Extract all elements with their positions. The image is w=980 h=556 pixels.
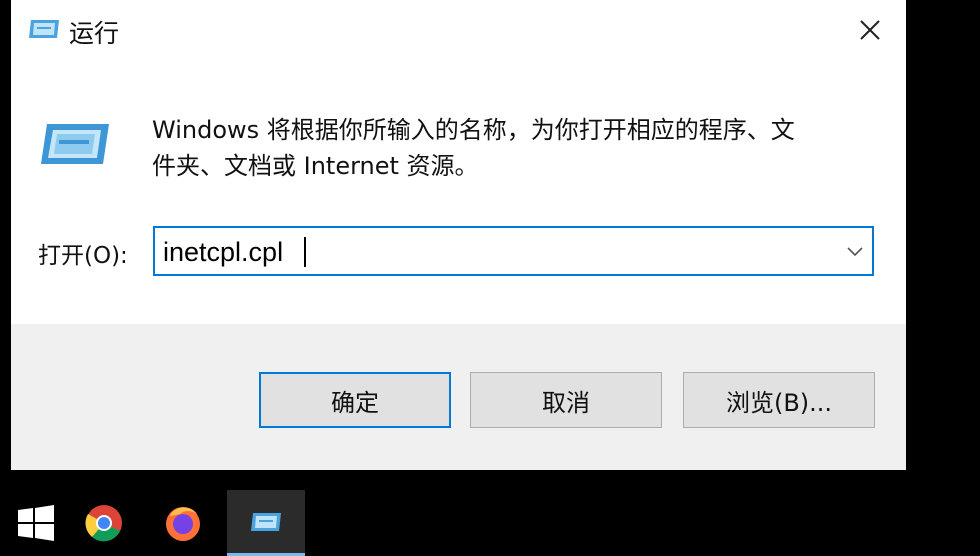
ok-button[interactable]: 确定	[259, 372, 451, 428]
taskbar-firefox[interactable]	[147, 490, 219, 556]
description-text: Windows 将根据你所输入的名称，为你打开相应的程序、文 件夹、文档或 In…	[152, 112, 872, 184]
open-combobox[interactable]	[153, 226, 874, 276]
browse-button[interactable]: 浏览(B)...	[683, 372, 875, 428]
taskbar-run[interactable]	[227, 490, 305, 556]
close-icon	[860, 20, 880, 40]
description-line-1: Windows 将根据你所输入的名称，为你打开相应的程序、文	[152, 116, 795, 144]
close-button[interactable]	[834, 0, 906, 60]
firefox-icon	[166, 507, 200, 541]
open-label: 打开(O):	[38, 243, 128, 269]
taskbar	[0, 490, 980, 556]
cancel-button[interactable]: 取消	[470, 372, 662, 428]
start-button[interactable]	[0, 490, 72, 556]
description-line-2: 件夹、文档或 Internet 资源。	[152, 152, 479, 180]
windows-logo-icon	[18, 505, 54, 541]
button-bar: 确定 取消 浏览(B)...	[11, 324, 906, 470]
run-app-icon	[29, 20, 59, 38]
title-bar[interactable]: 运行	[11, 0, 906, 64]
run-dialog: 运行 Windows 将根据你所输入的名称，为你打开相应的程序、文 件夹、文档或…	[11, 0, 906, 470]
open-input[interactable]	[163, 234, 823, 270]
run-large-icon	[41, 124, 109, 164]
chevron-down-icon[interactable]	[844, 240, 866, 262]
run-dialog-icon	[251, 512, 281, 531]
chrome-icon	[85, 505, 122, 542]
text-caret	[304, 237, 306, 267]
window-title: 运行	[69, 19, 120, 48]
taskbar-chrome[interactable]	[68, 490, 140, 556]
